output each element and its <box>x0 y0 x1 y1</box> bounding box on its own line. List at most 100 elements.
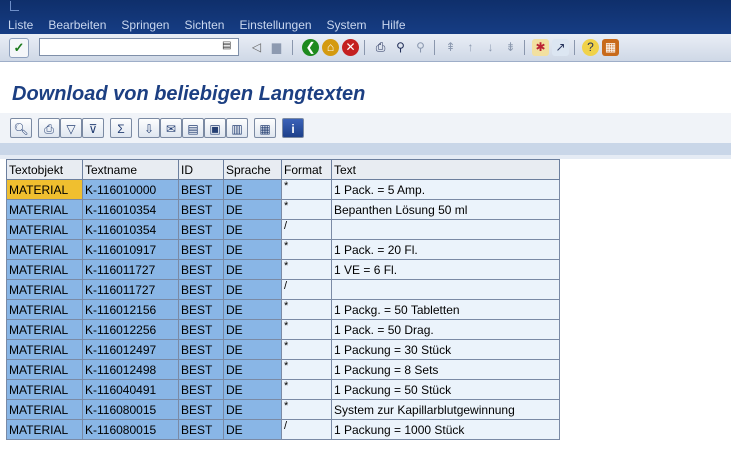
layout-menu-icon[interactable]: ▦ <box>602 39 619 56</box>
table-row[interactable]: MATERIAL K-116010917 BEST DE * 1 Pack. = 20 F… <box>6 239 560 260</box>
cell-textobjekt[interactable]: MATERIAL <box>6 319 83 340</box>
cell-format[interactable]: / <box>281 419 332 440</box>
cell-textname[interactable]: K-116012497 <box>82 339 179 360</box>
spreadsheet-icon[interactable]: ▤ <box>182 118 204 138</box>
cell-text[interactable]: 1 Packung = 1000 Stück <box>331 419 560 440</box>
cell-id[interactable]: BEST <box>178 259 224 280</box>
cell-textobjekt[interactable]: MATERIAL <box>6 259 83 280</box>
cell-format[interactable]: / <box>281 219 332 240</box>
print-icon[interactable]: ⎙ <box>372 39 389 56</box>
system-menu-icon[interactable] <box>10 1 19 11</box>
cell-format[interactable]: * <box>281 239 332 260</box>
grid-icon[interactable]: ▦ <box>254 118 276 138</box>
cell-textobjekt[interactable]: MATERIAL <box>6 419 83 440</box>
cell-textname[interactable]: K-116011727 <box>82 279 179 300</box>
table-row[interactable]: MATERIAL K-116012497 BEST DE * 1 Packung = 30… <box>6 339 560 360</box>
cell-textname[interactable]: K-116010000 <box>82 179 179 200</box>
cell-format[interactable]: * <box>281 339 332 360</box>
cell-text[interactable]: 1 Packg. = 50 Tabletten <box>331 299 560 320</box>
cell-sprache[interactable]: DE <box>223 219 282 240</box>
table-row[interactable]: MATERIAL K-116010354 BEST DE * Bepanthen Lösu… <box>6 199 560 220</box>
previous-page-icon[interactable]: ↑ <box>462 39 479 56</box>
cell-textobjekt[interactable]: MATERIAL <box>6 379 83 400</box>
cell-sprache[interactable]: DE <box>223 239 282 260</box>
mail-icon[interactable]: ✉ <box>160 118 182 138</box>
cell-textobjekt[interactable]: MATERIAL <box>6 279 83 300</box>
table-row[interactable]: MATERIAL K-116012498 BEST DE * 1 Packung = 8 … <box>6 359 560 380</box>
column-header-textname[interactable]: Textname <box>82 159 179 180</box>
cell-textobjekt[interactable]: MATERIAL <box>6 339 83 360</box>
cell-id[interactable]: BEST <box>178 319 224 340</box>
menu-item-system[interactable]: System <box>327 18 367 32</box>
create-session-icon[interactable]: ✱ <box>532 39 549 56</box>
table-row[interactable]: MATERIAL K-116012156 BEST DE * 1 Packg. = 50 … <box>6 299 560 320</box>
cell-sprache[interactable]: DE <box>223 399 282 420</box>
cell-sprache[interactable]: DE <box>223 199 282 220</box>
cell-textname[interactable]: K-116010354 <box>82 219 179 240</box>
menu-item-sichten[interactable]: Sichten <box>184 18 224 32</box>
cell-id[interactable]: BEST <box>178 219 224 240</box>
cell-format[interactable]: / <box>281 279 332 300</box>
cell-textname[interactable]: K-116012156 <box>82 299 179 320</box>
cell-id[interactable]: BEST <box>178 399 224 420</box>
column-header-id[interactable]: ID <box>178 159 224 180</box>
cell-id[interactable]: BEST <box>178 359 224 380</box>
cell-textobjekt[interactable]: MATERIAL <box>6 199 83 220</box>
help-icon[interactable]: ? <box>582 39 599 56</box>
cell-id[interactable]: BEST <box>178 279 224 300</box>
exit-icon[interactable]: ⌂ <box>322 39 339 56</box>
filter-icon[interactable]: ▽ <box>60 118 82 138</box>
cell-format[interactable]: * <box>281 199 332 220</box>
cell-text[interactable]: 1 Packung = 50 Stück <box>331 379 560 400</box>
menu-item-liste[interactable]: Liste <box>8 18 33 32</box>
cell-text[interactable] <box>331 219 560 240</box>
cell-text[interactable]: 1 VE = 6 Fl. <box>331 259 560 280</box>
save-icon[interactable]: ▆ <box>268 39 285 56</box>
cell-sprache[interactable]: DE <box>223 279 282 300</box>
cell-sprache[interactable]: DE <box>223 179 282 200</box>
cell-text[interactable]: Bepanthen Lösung 50 ml <box>331 199 560 220</box>
cell-textobjekt[interactable]: MATERIAL <box>6 359 83 380</box>
table-row[interactable]: MATERIAL K-116080015 BEST DE * System zur Kap… <box>6 399 560 420</box>
export-icon[interactable]: ⇩ <box>138 118 160 138</box>
cell-textobjekt[interactable]: MATERIAL <box>6 299 83 320</box>
cell-textname[interactable]: K-116012498 <box>82 359 179 380</box>
cell-textname[interactable]: K-116080015 <box>82 399 179 420</box>
find-next-icon[interactable]: ⚲ <box>412 39 429 56</box>
info-icon[interactable]: i <box>282 118 304 138</box>
table-row[interactable]: MATERIAL K-116080015 BEST DE/1 Packung = 10… <box>6 419 560 440</box>
cell-id[interactable]: BEST <box>178 199 224 220</box>
table-row[interactable]: MATERIAL K-116011727 BEST DE * 1 VE = 6 Fl. <box>6 259 560 280</box>
cell-textname[interactable]: K-116010354 <box>82 199 179 220</box>
check-icon[interactable]: ✓ <box>9 38 29 58</box>
details-icon[interactable]: 🔍︎ <box>10 118 32 138</box>
print-icon[interactable]: ⎙ <box>38 118 60 138</box>
cell-sprache[interactable]: DE <box>223 259 282 280</box>
cell-text[interactable]: 1 Pack. = 5 Amp. <box>331 179 560 200</box>
table-row[interactable]: MATERIAL K-116011727 BEST DE / <box>6 279 560 300</box>
word-processing-icon[interactable]: ▣ <box>204 118 226 138</box>
menu-item-hilfe[interactable]: Hilfe <box>382 18 406 32</box>
command-history-icon[interactable]: ▤ <box>222 40 232 52</box>
cell-textobjekt[interactable]: MATERIAL <box>6 219 83 240</box>
cell-textobjekt[interactable]: MATERIAL <box>6 239 83 260</box>
table-row[interactable]: MATERIAL K-116040491 BEST DE * 1 Packung = 50… <box>6 379 560 400</box>
cell-id[interactable]: BEST <box>178 339 224 360</box>
first-page-icon[interactable]: ⇞ <box>442 39 459 56</box>
cell-textname[interactable]: K-116040491 <box>82 379 179 400</box>
cell-textobjekt[interactable]: MATERIAL <box>6 399 83 420</box>
cell-sprache[interactable]: DE <box>223 339 282 360</box>
cell-sprache[interactable]: DE <box>223 419 282 440</box>
menu-item-springen[interactable]: Springen <box>121 18 169 32</box>
cell-format[interactable]: * <box>281 399 332 420</box>
column-header-text[interactable]: Text <box>331 159 560 180</box>
cell-text[interactable]: 1 Pack. = 20 Fl. <box>331 239 560 260</box>
cell-id[interactable]: BEST <box>178 239 224 260</box>
cell-id[interactable]: BEST <box>178 419 224 440</box>
filter-set-icon[interactable]: ⊽ <box>82 118 104 138</box>
cell-format[interactable]: * <box>281 379 332 400</box>
menu-item-bearbeiten[interactable]: Bearbeiten <box>48 18 106 32</box>
back-icon[interactable]: ❮ <box>302 39 319 56</box>
cell-format[interactable]: * <box>281 359 332 380</box>
cell-id[interactable]: BEST <box>178 179 224 200</box>
